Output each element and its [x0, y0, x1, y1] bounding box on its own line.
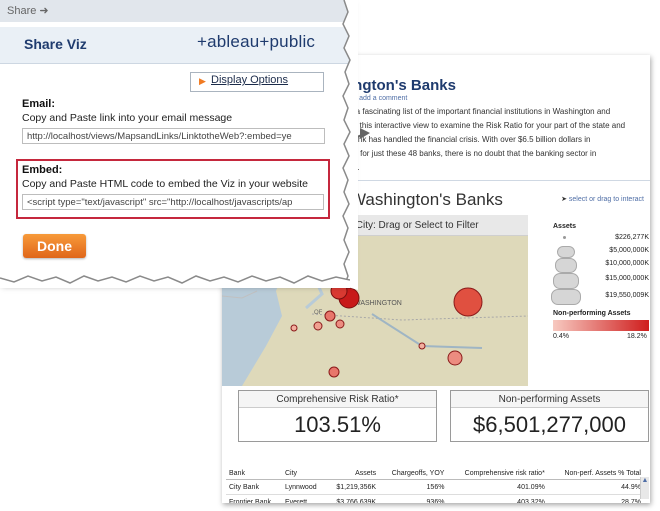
intro-text-line: de for just these 48 banks, there is no … [349, 149, 597, 158]
asset-size-swatch [563, 236, 566, 239]
cell-city: Lynnwood [281, 479, 326, 495]
bank-bubble[interactable] [313, 321, 323, 331]
asset-legend-value: $19,550,009K [605, 292, 649, 299]
email-link-field[interactable]: http://localhost/views/MapsandLinks/Link… [22, 128, 325, 144]
embed-label: Embed: [22, 164, 63, 176]
cell-chargeoffs: 936% [379, 494, 448, 503]
done-button[interactable]: Done [23, 234, 86, 258]
table-scrollbar[interactable]: ▲ [640, 477, 649, 499]
share-viz-dialog: Share ➜ Share Viz +ableau+public ▶ Displ… [0, 0, 351, 283]
cell-npa-total: 28.7% [547, 494, 644, 503]
kpi-risk-ratio: Comprehensive Risk Ratio* 103.51% [238, 390, 437, 442]
col-header-assets: Assets [325, 453, 380, 480]
asset-legend-value: $10,000,000K [605, 260, 649, 267]
viz-title: Washington's Banks [350, 190, 503, 209]
col-header-bank: Bank [226, 453, 282, 480]
asset-legend-value: $5,000,000K [609, 247, 649, 254]
table-row[interactable]: Frontier Bank Everett $3,766,639K 936% 4… [226, 494, 644, 503]
bank-bubble[interactable] [328, 366, 340, 378]
email-description: Copy and Paste link into your email mess… [22, 112, 233, 124]
interact-hint: ➤ select or drag to interact [561, 195, 644, 203]
arrow-head-icon [360, 128, 370, 139]
intro-text-line: bank has handled the financial crisis. W… [349, 135, 591, 144]
npa-min-label: 0.4% [553, 333, 569, 340]
torn-edge-bottom [0, 275, 350, 288]
kpi-title: Comprehensive Risk Ratio* [239, 391, 436, 408]
embed-code-field[interactable]: <script type="text/javascript" src="http… [22, 194, 324, 210]
kpi-value: $6,501,277,000 [473, 412, 626, 437]
map-label-or: OF [314, 310, 323, 316]
bank-bubble[interactable] [324, 310, 336, 322]
bank-bubble[interactable] [290, 324, 298, 332]
asset-size-swatch [553, 273, 579, 289]
col-header-chargeoffs: Chargeoffs, YOY [379, 453, 448, 480]
map-header-text: y City: Drag or Select to Filter [348, 220, 479, 231]
intro-text-line: se this interactive view to examine the … [349, 121, 626, 130]
page-title: ington's Banks [349, 77, 456, 94]
col-header-risk-ratio: Comprehensive risk ratio* [447, 453, 548, 480]
bank-bubble[interactable] [418, 342, 426, 350]
cursor-icon: ➤ [561, 196, 569, 203]
interact-hint-text: select or drag to interact [568, 196, 644, 203]
asset-legend-value: $15,000,000K [605, 275, 649, 282]
intro-text-line: d a fascinating list of the important fi… [349, 107, 611, 116]
asset-size-swatch [555, 258, 577, 273]
asset-legend-value: $226,277K [615, 234, 649, 241]
map-state-label: WASHINGTON [354, 300, 402, 307]
col-header-city: City [281, 453, 326, 480]
kpi-title: Non-performing Assets [451, 391, 648, 408]
bank-bubble[interactable] [335, 319, 345, 329]
email-label: Email: [22, 98, 56, 110]
cell-risk-ratio: 403.32% [447, 494, 548, 503]
bank-bubble[interactable] [453, 287, 483, 317]
cell-npa-total: 44.9% [547, 479, 644, 495]
cell-assets: $3,766,639K [325, 494, 380, 503]
bank-table: Bank City Assets Chargeoffs, YOY Compreh… [226, 453, 644, 503]
asset-size-swatch [551, 289, 581, 305]
asset-size-swatch [557, 246, 575, 258]
npa-color-ramp [553, 320, 649, 331]
kpi-value: 103.51% [294, 412, 381, 437]
bank-bubble[interactable] [447, 350, 463, 366]
table-row[interactable]: City Bank Lynnwood $1,219,356K 156% 401.… [226, 479, 644, 495]
embed-description: Copy and Paste HTML code to embed the Vi… [22, 178, 308, 190]
cell-assets: $1,219,356K [325, 479, 380, 495]
display-options-label: Display Options [211, 74, 289, 86]
assets-legend-title: Assets [553, 223, 576, 230]
tableau-public-logo: +ableau+public [197, 32, 316, 51]
cell-risk-ratio: 401.09% [447, 479, 548, 495]
kpi-npa: Non-performing Assets $6,501,277,000 [450, 390, 649, 442]
add-comment-link[interactable]: add a comment [359, 95, 407, 102]
map-legend: Assets $226,277K $5,000,000K $10,000,000… [549, 223, 649, 383]
share-toolbar [0, 0, 351, 22]
col-header-npa-total: Non-perf. Assets % Total [547, 453, 644, 480]
scroll-up-icon[interactable]: ▲ [641, 477, 649, 485]
npa-max-label: 18.2% [627, 333, 647, 340]
display-options-button[interactable]: ▶ Display Options [190, 72, 324, 92]
dialog-title: Share Viz [24, 36, 87, 52]
npa-legend-title: Non-performing Assets [553, 310, 631, 317]
table-header-row: Bank City Assets Chargeoffs, YOY Compreh… [226, 453, 644, 480]
share-menu-link[interactable]: Share ➜ [7, 4, 49, 17]
cell-chargeoffs: 156% [379, 479, 448, 495]
cell-bank: City Bank [226, 479, 282, 495]
torn-edge-right [342, 0, 358, 290]
cell-city: Everett [281, 494, 326, 503]
share-arrow-icon: ➜ [39, 5, 49, 17]
play-arrow-icon: ▶ [199, 76, 206, 86]
share-label: Share [7, 5, 37, 17]
cell-bank: Frontier Bank [226, 494, 282, 503]
